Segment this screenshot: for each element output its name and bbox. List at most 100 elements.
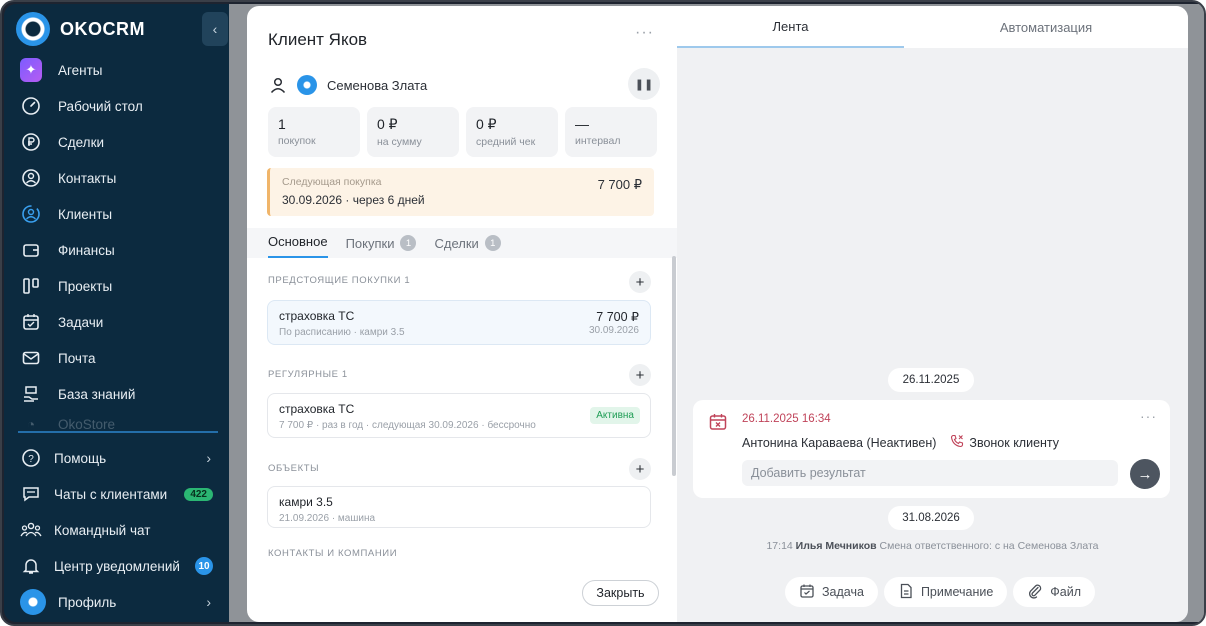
sidebar-item-label: База знаний: [58, 386, 136, 402]
pause-icon: ❚❚: [634, 78, 654, 91]
sidebar-item-help[interactable]: ? Помощь ›: [4, 440, 229, 476]
sidebar-item-contacts[interactable]: Контакты: [4, 160, 229, 196]
bottom-nav: ? Помощь › Чаты с клиентами 422 Командны…: [4, 440, 229, 620]
tab-feed[interactable]: Лента: [677, 6, 904, 48]
sidebar-item-label: Чаты с клиентами: [54, 486, 168, 502]
add-regular-button[interactable]: +: [629, 364, 651, 386]
add-object-button[interactable]: +: [629, 458, 651, 480]
upcoming-purchase-card[interactable]: страховка ТС По расписанию · камри 3.5 7…: [267, 300, 651, 345]
card-date: 30.09.2026: [588, 325, 639, 336]
chevron-left-icon: ‹: [212, 21, 218, 37]
close-button[interactable]: Закрыть: [582, 580, 659, 606]
action-label: Задача: [822, 585, 864, 599]
event-more-button[interactable]: ···: [1140, 408, 1157, 424]
chats-count-badge: 422: [184, 487, 213, 501]
sidebar-item-finance[interactable]: Финансы: [4, 232, 229, 268]
sidebar-item-clients[interactable]: Клиенты: [4, 196, 229, 232]
send-button[interactable]: →: [1130, 459, 1160, 489]
sidebar-item-team-chat[interactable]: Командный чат: [4, 512, 229, 548]
owner-avatar: [297, 75, 317, 95]
action-label: Файл: [1050, 585, 1082, 599]
owner-name[interactable]: Семенова Злата: [327, 78, 427, 93]
sidebar-item-label: Профиль: [58, 594, 117, 610]
log-author: Илья Мечников: [795, 540, 877, 552]
sidebar-item-mail[interactable]: Почта: [4, 340, 229, 376]
modal-backdrop-edge[interactable]: [1188, 4, 1204, 622]
sidebar-item-client-chats[interactable]: Чаты с клиентами 422: [4, 476, 229, 512]
feed-tabs: Лента Автоматизация: [677, 6, 1188, 48]
section-title-text: РЕГУЛЯРНЫЕ: [268, 369, 339, 380]
add-note-button[interactable]: Примечание: [883, 577, 1008, 607]
sidebar-item-label: Клиенты: [58, 206, 113, 222]
sidebar-item-label: Сделки: [58, 134, 105, 150]
chevron-right-icon: ›: [206, 594, 211, 610]
card-title: страховка ТС: [279, 402, 355, 416]
sidebar-item-knowledge[interactable]: База знаний: [4, 376, 229, 412]
client-panel: Клиент Яков ··· Семенова Злата ❚❚ 1 поку…: [247, 6, 677, 622]
date-separator: 31.08.2026: [888, 506, 974, 530]
profile-avatar: [20, 589, 46, 615]
sidebar-item-profile[interactable]: Профиль ›: [4, 584, 229, 620]
sidebar-item-agents[interactable]: ✦ Агенты: [4, 52, 229, 88]
sidebar-item-projects[interactable]: Проекты: [4, 268, 229, 304]
object-card[interactable]: камри 3.5 21.09.2026 · машина: [267, 486, 651, 528]
calendar-check-icon: [20, 311, 42, 333]
sidebar-item-label: Задачи: [58, 314, 104, 330]
calendar-check-icon: [799, 583, 815, 602]
feed-panel: Лента Автоматизация 26.11.2025 26.11.202…: [677, 6, 1188, 622]
event-action: Звонок клиенту: [950, 434, 1059, 451]
plus-icon: +: [635, 460, 645, 478]
date-separator: 26.11.2025: [888, 368, 974, 392]
add-upcoming-button[interactable]: +: [629, 271, 651, 293]
collapse-sidebar-button[interactable]: ‹: [202, 12, 228, 46]
history-log-line: 17:14 Илья Мечников Смена ответственного…: [677, 540, 1188, 552]
page-title: Клиент Яков: [268, 30, 368, 49]
main-nav: ✦ Агенты Рабочий стол Сделки Контакты Кл…: [4, 52, 229, 436]
tab-automation[interactable]: Автоматизация: [904, 6, 1188, 48]
client-tabs: Основное Покупки 1 Сделки 1: [247, 228, 677, 258]
sidebar-item-label: Командный чат: [54, 522, 151, 538]
feed-actions: Задача Примечание Файл: [785, 577, 1096, 607]
sidebar-item-label: OkoStore: [58, 416, 116, 432]
user-icon: [269, 76, 287, 94]
status-badge: Активна: [590, 407, 640, 424]
event-person[interactable]: Антонина Караваева (Неактивен): [742, 436, 936, 450]
plus-icon: +: [635, 366, 645, 384]
section-title-text: КОНТАКТЫ И КОМПАНИИ: [268, 548, 398, 558]
chat-icon: [20, 483, 42, 505]
sidebar-item-label: Почта: [58, 350, 96, 366]
add-task-button[interactable]: Задача: [785, 577, 878, 607]
sidebar-item-tasks[interactable]: Задачи: [4, 304, 229, 340]
result-input[interactable]: Добавить результат: [742, 460, 1118, 486]
client-icon: [20, 203, 42, 225]
brand[interactable]: OKOCRM: [16, 12, 145, 46]
paperclip-icon: [1027, 583, 1043, 602]
gauge-icon: [20, 95, 42, 117]
more-options-button[interactable]: ···: [635, 24, 654, 42]
kanban-icon: [20, 275, 42, 297]
stat-purchases: 1 покупок: [268, 107, 360, 157]
bell-icon: [20, 555, 42, 577]
tab-main[interactable]: Основное: [268, 234, 328, 258]
owner-row: Семенова Злата: [269, 70, 659, 100]
card-amount: 7 700 ₽: [596, 310, 639, 324]
section-title-text: ОБЪЕКТЫ: [268, 463, 320, 474]
call-event-card: 26.11.2025 16:34 ··· Антонина Караваева …: [693, 400, 1170, 498]
sidebar-item-notifications[interactable]: Центр уведомлений 10: [4, 548, 229, 584]
pause-button[interactable]: ❚❚: [628, 68, 660, 100]
section-upcoming-title: ПРЕДСТОЯЩИЕ ПОКУПКИ 1: [268, 275, 410, 286]
next-purchase-label: Следующая покупка: [282, 176, 382, 188]
scrollbar[interactable]: [672, 256, 676, 476]
stat-value: 0 ₽: [476, 116, 497, 132]
stat-value: 1: [278, 116, 286, 132]
sidebar-item-desktop[interactable]: Рабочий стол: [4, 88, 229, 124]
tab-purchases[interactable]: Покупки 1: [346, 235, 417, 258]
sidebar-item-deals[interactable]: Сделки: [4, 124, 229, 160]
regular-purchase-card[interactable]: страховка ТС 7 700 ₽ · раз в год · следу…: [267, 393, 651, 438]
sidebar-item-label: Проекты: [58, 278, 113, 294]
log-text: Смена ответственного: с на Семенова Злат…: [879, 540, 1099, 552]
tab-deals[interactable]: Сделки 1: [434, 235, 501, 258]
stat-label: средний чек: [476, 136, 536, 148]
client-details-scroll[interactable]: ПРЕДСТОЯЩИЕ ПОКУПКИ 1 + страховка ТС По …: [247, 258, 677, 558]
attach-file-button[interactable]: Файл: [1013, 577, 1096, 607]
